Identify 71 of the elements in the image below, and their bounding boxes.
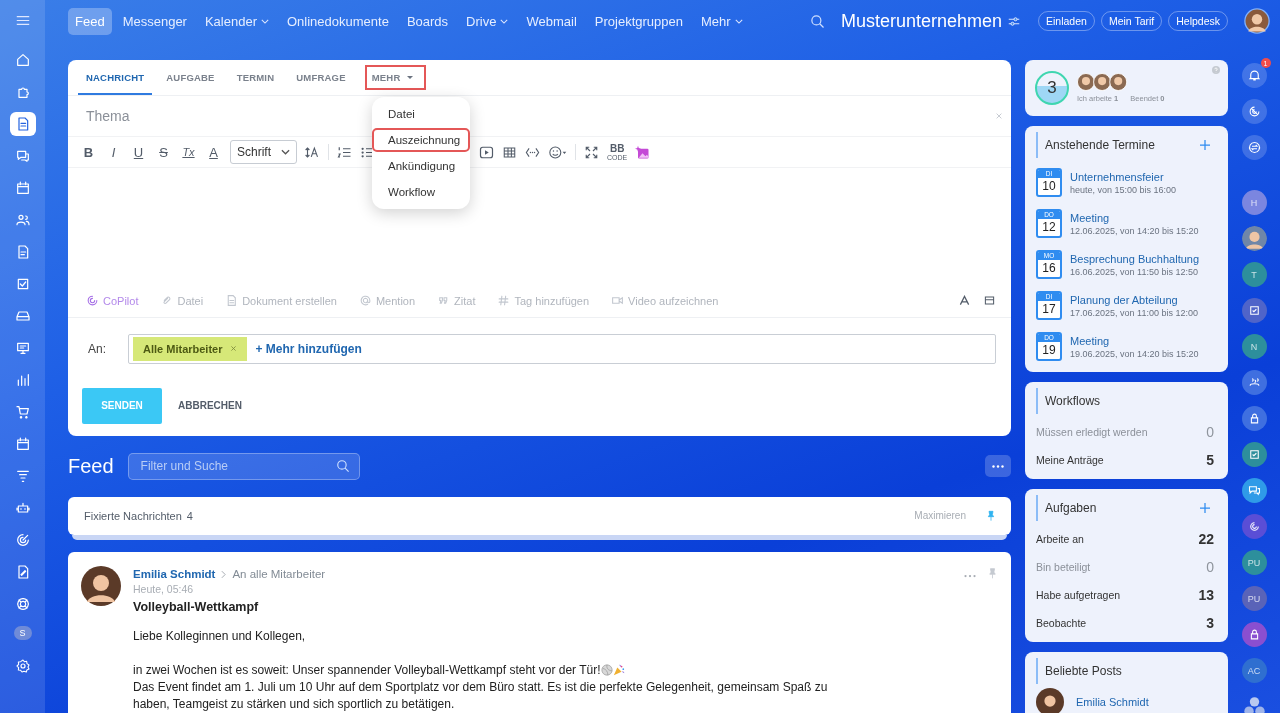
format-button[interactable]: I [105, 144, 122, 160]
menu-item[interactable]: Workflow [374, 182, 468, 202]
post-title: Volleyball-Wettkampf [133, 600, 260, 614]
chat-avatar[interactable]: T [1241, 262, 1267, 287]
company-name[interactable]: Musterunternehmen [840, 10, 1002, 32]
feed-title: Feed [68, 454, 114, 478]
chat-avatar[interactable]: AC [1241, 658, 1267, 683]
event-link[interactable]: Unternehmensfeier [1070, 170, 1177, 183]
font-select[interactable]: Schrift [230, 140, 297, 164]
widget-title: Aufgaben [1045, 501, 1098, 515]
event-time: 12.06.2025, von 14:20 bis 15:20 [1070, 225, 1199, 236]
event-link[interactable]: Meeting [1070, 334, 1199, 347]
widget-title: Anstehende Termine [1045, 138, 1156, 152]
counter-row[interactable]: Müssen erledigt werden 0 [1036, 418, 1218, 446]
format-button[interactable]: U [130, 144, 147, 160]
nav-tab[interactable]: Boards [399, 7, 456, 35]
event-time: 19.06.2025, von 14:20 bis 15:20 [1070, 348, 1199, 359]
user-initial[interactable]: S [13, 626, 32, 640]
counter-row[interactable]: Meine Anträge 5 [1036, 446, 1218, 474]
recipients-field[interactable]: Alle Mitarbeiter + Mehr hinzufügen [128, 333, 996, 364]
composer-tab[interactable]: NACHRICHT [78, 61, 153, 95]
recipients-label: An: [88, 341, 106, 356]
counter-row[interactable]: Bin beteiligt 0 [1036, 553, 1218, 581]
pinned-count: 4 [186, 509, 193, 522]
chat-avatar[interactable]: N [1241, 334, 1267, 359]
nav-tab[interactable]: Kalender [197, 7, 276, 35]
event-link[interactable]: Planung der Abteilung [1070, 293, 1198, 306]
author-link[interactable]: Emilia Schmidt [133, 568, 216, 580]
widget-title: Beliebte Posts [1045, 664, 1123, 678]
counter-row[interactable]: Habe aufgetragen 13 [1036, 581, 1218, 609]
pinned-bar[interactable]: Fixierte Nachrichten 4 Maximieren [68, 496, 1011, 536]
composer-tab[interactable]: UMFRAGE [288, 60, 354, 95]
counter-row[interactable]: Arbeite an 22 [1036, 525, 1218, 553]
format-button[interactable]: A [205, 144, 222, 160]
event-time: 16.06.2025, von 11:50 bis 12:50 [1070, 266, 1199, 277]
post-audience: An alle Mitarbeiter [232, 568, 326, 580]
composer-tab[interactable]: AUFGABE [158, 60, 223, 95]
nav-tab[interactable]: Onlinedokumente [280, 7, 396, 35]
post-text: in zwei Wochen ist es soweit: Unser spannender Volleyball-Wettkampf steht vor der Tür! [133, 662, 833, 679]
nav-tab[interactable]: Webmail [519, 7, 584, 35]
chat-avatar[interactable]: H [1241, 190, 1267, 215]
nav-tab[interactable]: Mehr [693, 7, 750, 35]
composer-tab[interactable]: TERMIN [228, 60, 283, 95]
event-time: heute, von 15:00 bis 16:00 [1070, 184, 1177, 195]
add-recipients-link[interactable]: + Mehr hinzufügen [255, 341, 362, 356]
pinned-label: Fixierte Nachrichten [84, 509, 182, 522]
event-link[interactable]: Besprechung Buchhaltung [1070, 252, 1200, 265]
counter-row[interactable]: Beobachte 3 [1036, 609, 1218, 637]
cancel-button[interactable]: ABBRECHEN [172, 399, 248, 412]
task-counter[interactable]: 3 [1035, 71, 1069, 105]
menu-item[interactable]: Auszeichnung [374, 130, 468, 150]
author-link[interactable]: Emilia Schmidt [1076, 696, 1149, 708]
chat-avatar[interactable]: PU [1241, 586, 1267, 611]
post-text: Das Event findet am 1. Juli um 10 Uhr auf dem Sportplatz vor dem Büro statt. Es ist die perfekte Gelegenheit, gemeinsam Spaß zu haben, Teamgeist zu stärken und sich sportlich zu betätigen. [133, 679, 829, 713]
nav-tab[interactable]: Projektgruppen [587, 7, 690, 35]
post-time: Heute, 05:46 [133, 583, 195, 595]
format-button[interactable]: S [155, 144, 172, 160]
menu-item[interactable]: Ankündigung [374, 156, 468, 176]
chat-avatar[interactable]: PU [1241, 550, 1267, 575]
nav-tab[interactable]: Messenger [115, 7, 194, 35]
event-time: 17.06.2025, von 11:00 bis 12:00 [1070, 307, 1198, 318]
format-button[interactable]: Tx [180, 146, 197, 158]
nav-tab[interactable]: Drive [459, 7, 516, 35]
format-button[interactable]: B [80, 144, 97, 160]
composer-action[interactable]: CoPilot [86, 294, 139, 307]
recipient-tag[interactable]: Alle Mitarbeiter [133, 336, 248, 361]
menu-item[interactable]: Datei [374, 104, 468, 124]
post-text: Liebe Kolleginnen und Kollegen, [133, 628, 307, 645]
widget-title: Workflows [1045, 394, 1102, 408]
event-link[interactable]: Meeting [1070, 211, 1199, 224]
composer-tab[interactable]: MEHR [359, 60, 431, 95]
